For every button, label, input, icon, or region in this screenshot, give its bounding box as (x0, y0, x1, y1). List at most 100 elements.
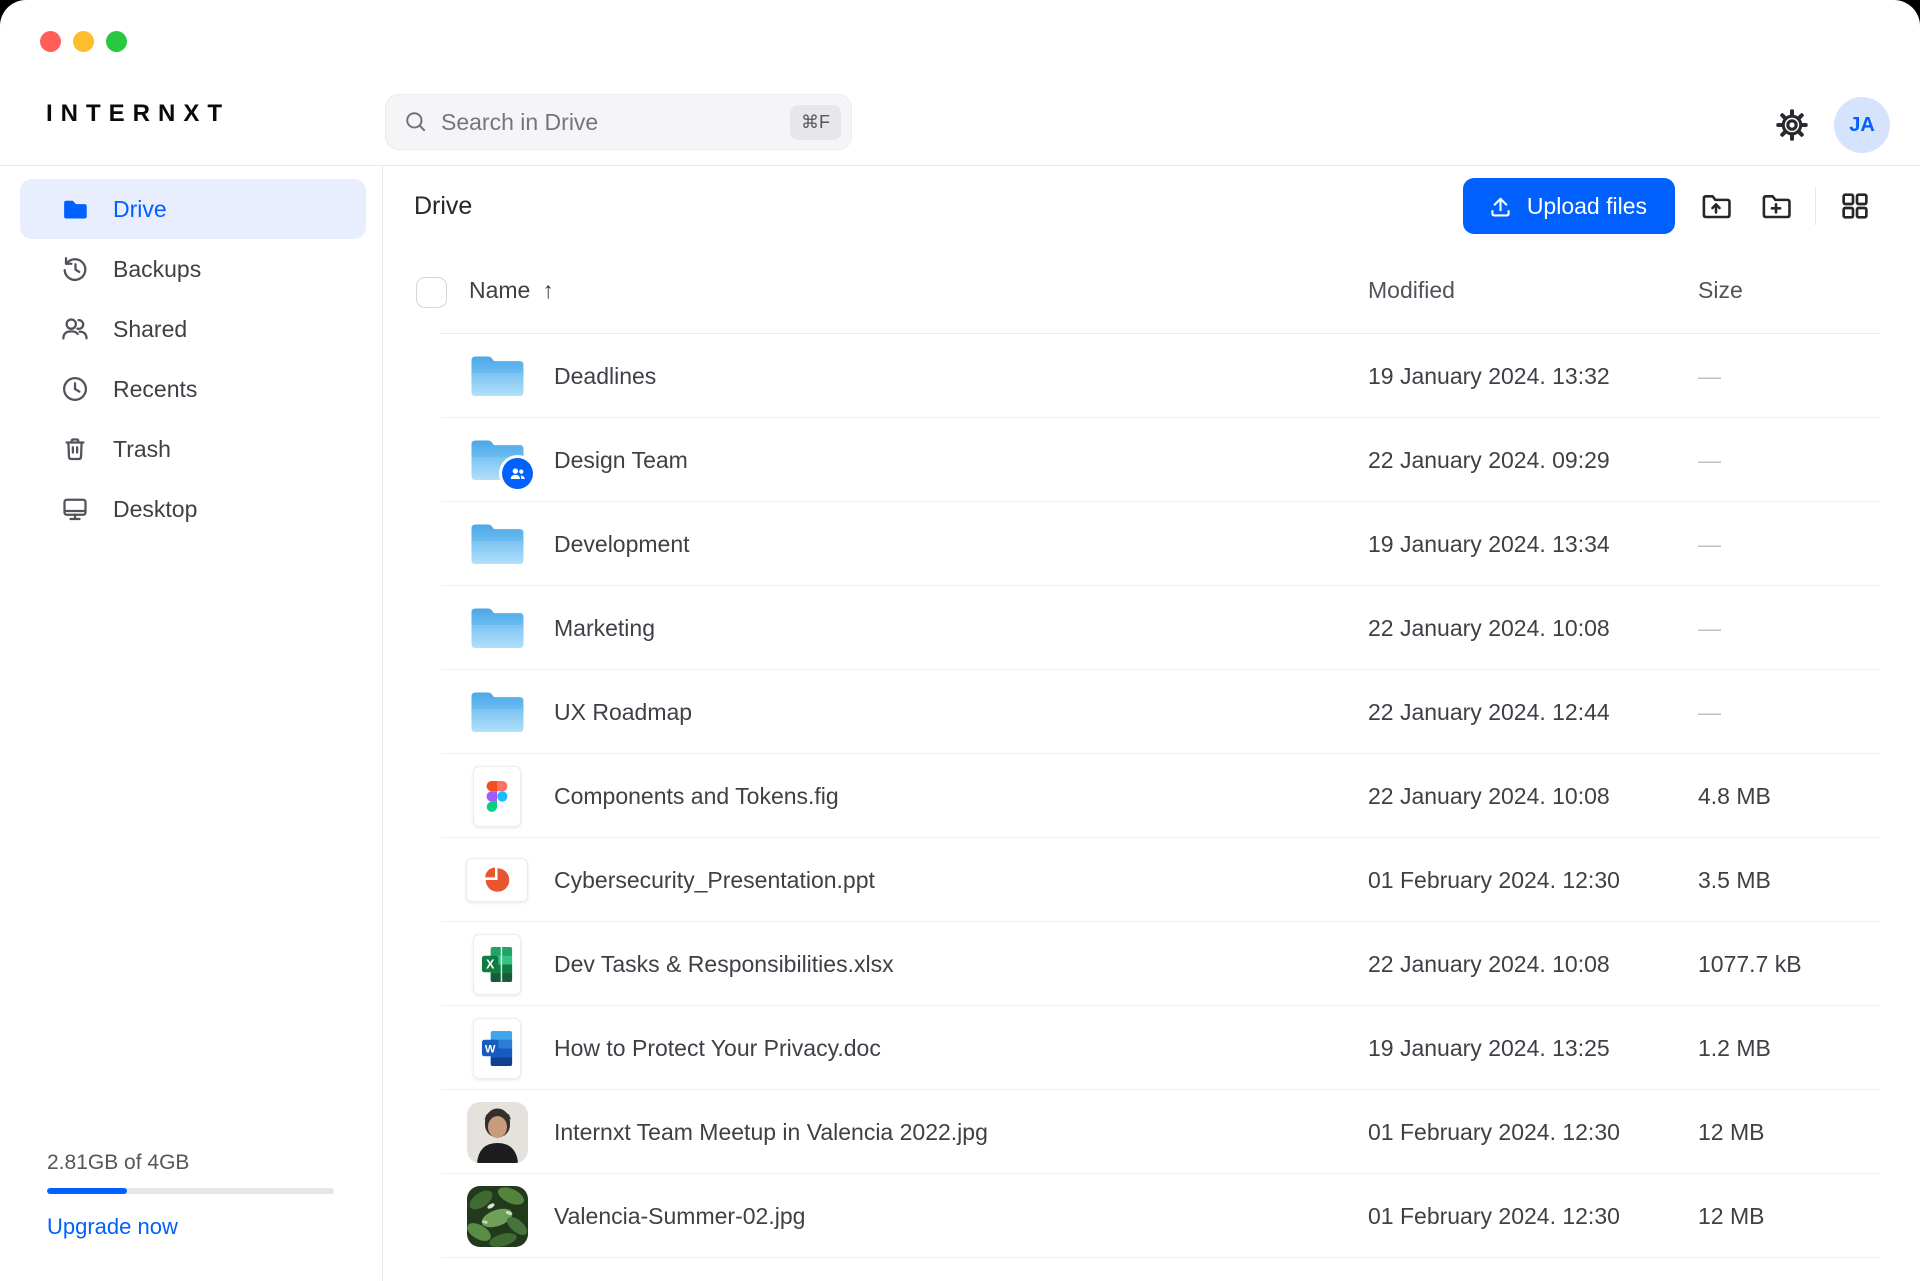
sidebar-item-label: Backups (113, 256, 201, 283)
row-modified: 19 January 2024. 13:34 (1368, 502, 1610, 586)
photo-thumbnail-foliage (467, 1186, 528, 1247)
zoom-button[interactable] (106, 31, 127, 52)
photo-thumbnail-portrait (467, 1102, 528, 1163)
table-row[interactable]: UX Roadmap 22 January 2024. 12:44 — (384, 670, 1920, 754)
row-name: Valencia-Summer-02.jpg (554, 1174, 805, 1258)
column-header-size[interactable]: Size (1698, 277, 1743, 304)
row-modified: 19 January 2024. 13:32 (1368, 334, 1610, 418)
sidebar: Drive Backups Shared Recents Trash Desktop 2.… (0, 166, 383, 1281)
storage-section: 2.81GB of 4GB Upgrade now (47, 1151, 334, 1281)
row-size: 1077.7 kB (1698, 922, 1802, 1006)
row-size: 12 MB (1698, 1174, 1764, 1258)
upgrade-link[interactable]: Upgrade now (47, 1214, 178, 1240)
upload-folder-button[interactable] (1693, 183, 1739, 229)
search-shortcut-badge: ⌘F (790, 105, 841, 140)
folder-upload-icon (1699, 189, 1733, 223)
table-row[interactable]: Valencia-Summer-02.jpg 01 February 2024. … (384, 1174, 1920, 1258)
grid-view-icon (1839, 190, 1871, 222)
row-modified: 22 January 2024. 10:08 (1368, 586, 1610, 670)
storage-progress-fill (47, 1188, 127, 1194)
row-size: 3.5 MB (1698, 838, 1771, 922)
sidebar-item-backups[interactable]: Backups (20, 239, 366, 299)
close-button[interactable] (40, 31, 61, 52)
table-row[interactable]: Internxt Team Meetup in Valencia 2022.jp… (384, 1090, 1920, 1174)
sidebar-item-shared[interactable]: Shared (20, 299, 366, 359)
people-icon (60, 314, 90, 344)
row-modified: 01 February 2024. 12:30 (1368, 838, 1620, 922)
avatar[interactable]: JA (1834, 97, 1890, 153)
table-row[interactable]: Design Team22 January 2024. 09:29— (384, 418, 1920, 502)
svg-text:W: W (484, 1043, 495, 1055)
history-icon (60, 254, 90, 284)
row-name: Marketing (554, 586, 655, 670)
column-header-modified[interactable]: Modified (1368, 277, 1455, 304)
minimize-button[interactable] (73, 31, 94, 52)
gear-icon (1774, 107, 1810, 143)
row-name: UX Roadmap (554, 670, 692, 754)
word-file-icon: W (473, 1018, 521, 1079)
row-name: Development (554, 502, 690, 586)
storage-usage-text: 2.81GB of 4GB (47, 1151, 334, 1175)
select-all-checkbox[interactable] (416, 277, 447, 308)
sidebar-item-recents[interactable]: Recents (20, 359, 366, 419)
shared-badge-icon (508, 464, 527, 483)
search-bar[interactable]: ⌘F (385, 94, 852, 150)
row-size: — (1698, 670, 1721, 754)
search-icon (403, 109, 429, 135)
sidebar-item-drive[interactable]: Drive (20, 179, 366, 239)
row-modified: 22 January 2024. 09:29 (1368, 418, 1610, 502)
folder-plus-icon (1759, 189, 1793, 223)
table-header: Name↑ Modified Size (384, 251, 1920, 334)
app-window: INTERNXT ⌘F JA Drive (0, 0, 1920, 1281)
sidebar-item-desktop[interactable]: Desktop (20, 479, 366, 539)
row-name: Dev Tasks & Responsibilities.xlsx (554, 922, 894, 1006)
row-modified: 01 February 2024. 12:30 (1368, 1174, 1620, 1258)
table-row[interactable]: Development19 January 2024. 13:34— (384, 502, 1920, 586)
figma-file-icon (473, 766, 521, 827)
table-row[interactable]: WHow to Protect Your Privacy.doc19 Janua… (384, 1006, 1920, 1090)
row-size: — (1698, 334, 1721, 418)
sidebar-item-label: Recents (113, 376, 197, 403)
sidebar-item-label: Drive (113, 196, 167, 223)
row-name: Deadlines (554, 334, 656, 418)
row-size: 12 MB (1698, 1090, 1764, 1174)
file-list: Deadlines 19 January 2024. 13:32 — Design T… (384, 334, 1920, 1258)
row-modified: 22 January 2024. 12:44 (1368, 670, 1610, 754)
sort-arrow-icon: ↑ (542, 277, 554, 303)
table-row[interactable]: XDev Tasks & Responsibilities.xlsx22 Jan… (384, 922, 1920, 1006)
search-input[interactable] (441, 109, 790, 136)
trash-icon (60, 434, 90, 464)
folder-icon (469, 353, 525, 399)
brand-logo: INTERNXT (46, 100, 230, 128)
svg-text:X: X (485, 957, 494, 971)
sidebar-item-label: Desktop (113, 496, 197, 523)
folder-icon (469, 605, 525, 651)
table-row[interactable]: Cybersecurity_Presentation.ppt01 Februar… (384, 838, 1920, 922)
powerpoint-file-icon (466, 858, 528, 902)
clock-icon (60, 374, 90, 404)
upload-files-button[interactable]: Upload files (1463, 178, 1675, 234)
folder-icon (469, 521, 525, 567)
sidebar-item-label: Trash (113, 436, 171, 463)
sidebar-item-label: Shared (113, 316, 187, 343)
column-header-name[interactable]: Name↑ (469, 277, 554, 304)
table-row[interactable]: Marketing22 January 2024. 10:08— (384, 586, 1920, 670)
table-row[interactable]: Deadlines 19 January 2024. 13:32 — (384, 334, 1920, 418)
upload-icon (1487, 193, 1514, 220)
row-size: 1.2 MB (1698, 1006, 1771, 1090)
page-title: Drive (414, 192, 472, 221)
row-size: 4.8 MB (1698, 754, 1771, 838)
folder-icon (469, 437, 525, 483)
row-modified: 22 January 2024. 10:08 (1368, 754, 1610, 838)
row-modified: 19 January 2024. 13:25 (1368, 1006, 1610, 1090)
row-name: Design Team (554, 418, 688, 502)
row-name: Internxt Team Meetup in Valencia 2022.jp… (554, 1090, 988, 1174)
create-folder-button[interactable] (1753, 183, 1799, 229)
table-row[interactable]: Components and Tokens.fig22 January 2024… (384, 754, 1920, 838)
settings-button[interactable] (1772, 105, 1812, 145)
sidebar-item-trash[interactable]: Trash (20, 419, 366, 479)
window-controls (40, 31, 127, 52)
main-content: Drive Upload files (384, 166, 1920, 1281)
view-toggle-button[interactable] (1832, 183, 1878, 229)
toolbar: Upload files (1463, 178, 1878, 234)
